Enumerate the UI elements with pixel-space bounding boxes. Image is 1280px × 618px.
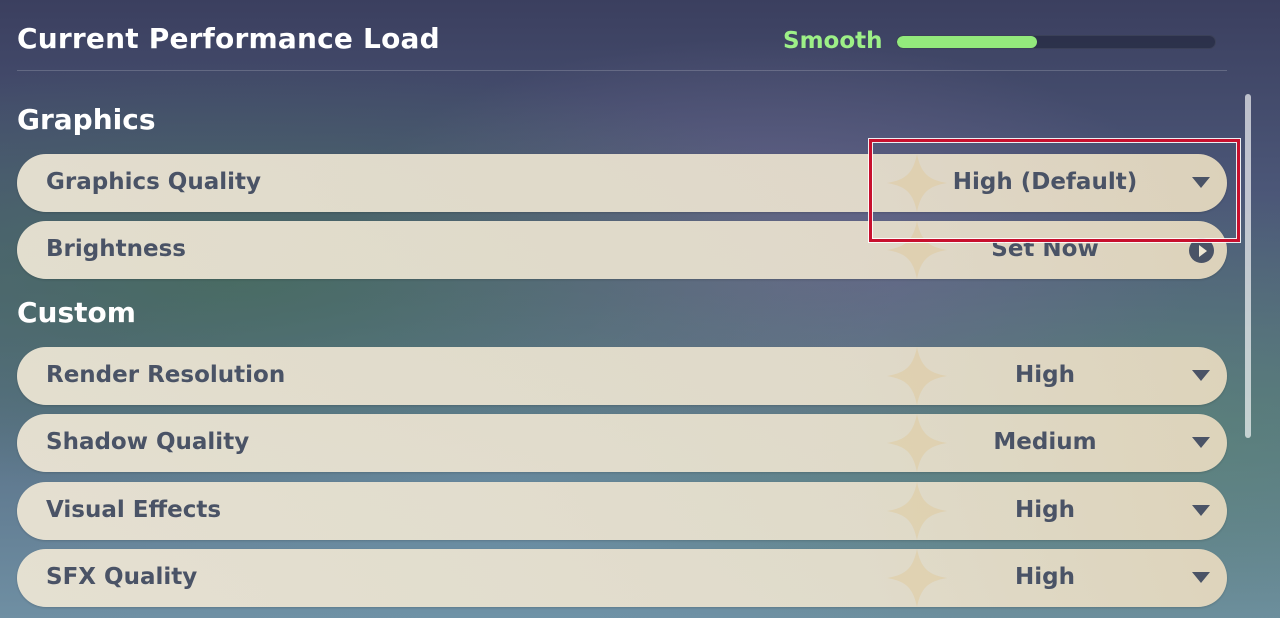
shadow-quality-label: Shadow Quality <box>46 429 250 455</box>
page-title: Current Performance Load <box>17 22 440 55</box>
caret-down-icon[interactable] <box>1192 177 1210 188</box>
caret-down-icon[interactable] <box>1192 370 1210 381</box>
render-resolution-dropdown[interactable]: High <box>925 362 1165 388</box>
caret-down-icon[interactable] <box>1192 505 1210 516</box>
shadow-quality-row[interactable]: Shadow Quality Medium <box>17 414 1227 472</box>
header-divider <box>17 70 1227 71</box>
caret-down-icon[interactable] <box>1192 437 1210 448</box>
graphics-quality-row[interactable]: Graphics Quality High (Default) <box>17 154 1227 212</box>
shadow-quality-dropdown[interactable]: Medium <box>925 429 1165 455</box>
sfx-quality-row[interactable]: SFX Quality High <box>17 549 1227 607</box>
sfx-quality-dropdown[interactable]: High <box>925 564 1165 590</box>
visual-effects-label: Visual Effects <box>46 497 222 523</box>
section-title-graphics: Graphics <box>17 103 156 136</box>
render-resolution-label: Render Resolution <box>46 362 286 388</box>
sfx-quality-label: SFX Quality <box>46 564 198 590</box>
play-circle-icon[interactable] <box>1189 238 1214 263</box>
section-title-custom: Custom <box>17 296 136 329</box>
visual-effects-row[interactable]: Visual Effects High <box>17 482 1227 540</box>
graphics-quality-label: Graphics Quality <box>46 169 261 195</box>
brightness-set-now-button[interactable]: Set Now <box>925 236 1165 262</box>
performance-header: Current Performance Load Smooth <box>0 0 1280 72</box>
performance-load-bar <box>896 35 1216 49</box>
visual-effects-dropdown[interactable]: High <box>925 497 1165 523</box>
brightness-row[interactable]: Brightness Set Now <box>17 221 1227 279</box>
performance-load-fill <box>897 36 1037 48</box>
scrollbar-thumb[interactable] <box>1245 94 1251 438</box>
performance-status-label: Smooth <box>783 28 883 54</box>
graphics-quality-dropdown[interactable]: High (Default) <box>925 169 1165 195</box>
brightness-label: Brightness <box>46 236 186 262</box>
scrollbar[interactable] <box>1245 94 1251 618</box>
caret-down-icon[interactable] <box>1192 572 1210 583</box>
render-resolution-row[interactable]: Render Resolution High <box>17 347 1227 405</box>
